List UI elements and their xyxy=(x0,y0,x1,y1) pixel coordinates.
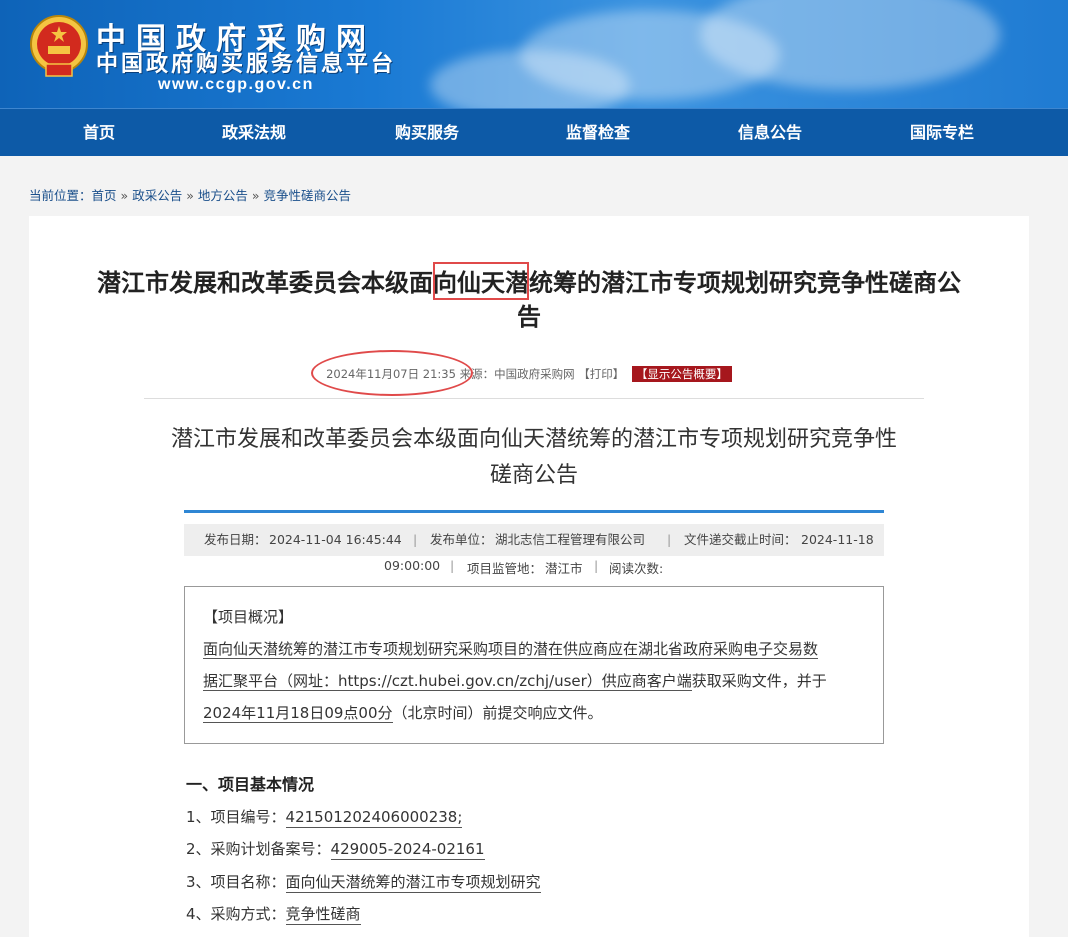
nav-item-regulations[interactable]: 政采法规 xyxy=(199,109,309,157)
breadcrumb-current[interactable]: 竞争性磋商公告 xyxy=(264,188,352,203)
deadline-label: 文件递交截止时间： xyxy=(684,532,797,547)
list-item: 2、采购计划备案号：429005-2024-02161 xyxy=(186,838,485,860)
overview-heading: 【项目概况】 xyxy=(203,608,294,626)
site-url[interactable]: www.ccgp.gov.cn xyxy=(158,76,314,94)
list-item: 3、项目名称：面向仙天潜统筹的潜江市专项规划研究 xyxy=(186,871,541,893)
list-item: 4、采购方式：竞争性磋商 xyxy=(186,903,361,925)
divider xyxy=(144,398,924,399)
page-title-line2: 告 xyxy=(517,303,541,331)
list-item: 1、项目编号：421501202406000238; xyxy=(186,806,463,828)
deadline-date: 2024-11-18 xyxy=(801,532,874,547)
info-bar: 发布日期： 2024-11-04 16:45:44 | 发布单位： 湖北志信工程… xyxy=(184,524,884,556)
main-nav: 首页 政采法规 购买服务 监督检查 信息公告 国际专栏 xyxy=(0,108,1068,156)
item-label: 2、采购计划备案号： xyxy=(186,840,331,858)
overview-text: 据汇聚平台（网址：https://czt.hubei.gov.cn/zchj/u… xyxy=(203,672,692,691)
overview-text: 获取采购文件，并于 xyxy=(691,672,827,690)
info-separator: | xyxy=(667,532,672,547)
print-link[interactable]: 【打印】 xyxy=(578,367,624,381)
item-value: 421501202406000238; xyxy=(285,808,463,828)
publisher-label: 发布单位： xyxy=(430,532,493,547)
article-card: 潜江市发展和改革委员会本级面向仙天潜统筹的潜江市专项规划研究竞争性磋商公 告 2… xyxy=(29,216,1029,937)
breadcrumb-separator: » xyxy=(251,188,260,203)
publish-date-label: 发布日期： xyxy=(204,532,267,547)
site-subtitle: 中国政府购买服务信息平台 xyxy=(96,52,397,77)
nav-item-supervision[interactable]: 监督检查 xyxy=(543,109,653,157)
breadcrumb-prefix: 当前位置： xyxy=(29,188,92,203)
item-label: 4、采购方式： xyxy=(186,905,286,923)
meta-source: 中国政府采购网 xyxy=(494,367,575,381)
item-label: 1、项目编号： xyxy=(186,808,286,826)
breadcrumb-home[interactable]: 首页 xyxy=(92,188,117,203)
publish-date: 2024-11-04 16:45:44 xyxy=(269,532,402,547)
info-separator: | xyxy=(413,532,418,547)
item-value: 竞争性磋商 xyxy=(285,905,361,925)
item-value: 429005-2024-02161 xyxy=(330,840,485,860)
highlight-box-annotation xyxy=(433,262,529,300)
views-label: 阅读次数: xyxy=(609,561,664,576)
national-emblem-icon[interactable] xyxy=(28,14,90,80)
overview-deadline: 2024年11月18日09点00分 xyxy=(203,704,393,723)
site-banner: 中国政府采购网 中国政府购买服务信息平台 www.ccgp.gov.cn xyxy=(0,0,1068,108)
overview-text: 面向仙天潜统筹的潜江市专项规划研究采购项目的潜在供应商应在湖北省政府采购电子交易… xyxy=(203,640,819,659)
nav-item-home[interactable]: 首页 xyxy=(44,109,154,157)
item-label: 3、项目名称： xyxy=(186,873,286,891)
breadcrumb: 当前位置：首页» 政采公告» 地方公告» 竞争性磋商公告 xyxy=(29,185,351,204)
section-heading: 一、项目基本情况 xyxy=(186,775,315,794)
info-separator: | xyxy=(450,558,455,573)
document-title: 潜江市发展和改革委员会本级面向仙天潜统筹的潜江市专项规划研究竞争性磋商公告 xyxy=(170,427,897,488)
publisher: 湖北志信工程管理有限公司 xyxy=(495,532,646,547)
breadcrumb-separator: » xyxy=(186,188,194,203)
highlight-ellipse-annotation xyxy=(311,350,473,396)
page-title-line1: 潜江市发展和改革委员会本级面向仙天潜统筹的潜江市专项规划研究竞争性磋商公 xyxy=(97,269,961,297)
overview-text: （北京时间）前提交响应文件。 xyxy=(392,704,603,722)
article-meta: 2024年11月07日 21:35 来源：中国政府采购网 【打印】 【显示公告概… xyxy=(29,366,1029,382)
breadcrumb-notices[interactable]: 政采公告 xyxy=(132,188,182,203)
nav-item-services[interactable]: 购买服务 xyxy=(372,109,482,157)
project-overview: 【项目概况】 面向仙天潜统筹的潜江市专项规划研究采购项目的潜在供应商应在湖北省政… xyxy=(184,586,884,744)
nav-item-announcements[interactable]: 信息公告 xyxy=(715,109,825,157)
deadline-time: 09:00:00 xyxy=(384,558,441,573)
breadcrumb-local[interactable]: 地方公告 xyxy=(198,188,248,203)
item-value: 面向仙天潜统筹的潜江市专项规划研究 xyxy=(285,873,541,893)
breadcrumb-separator: » xyxy=(120,188,129,203)
regulator-label: 项目监管地： xyxy=(467,561,543,576)
info-separator: | xyxy=(594,558,599,573)
title-rule xyxy=(184,510,884,513)
page-title: 潜江市发展和改革委员会本级面向仙天潜统筹的潜江市专项规划研究竞争性磋商公 告 xyxy=(41,266,1017,334)
show-summary-button[interactable]: 【显示公告概要】 xyxy=(631,366,732,382)
regulator: 潜江市 xyxy=(545,561,583,576)
nav-item-international[interactable]: 国际专栏 xyxy=(887,109,997,157)
